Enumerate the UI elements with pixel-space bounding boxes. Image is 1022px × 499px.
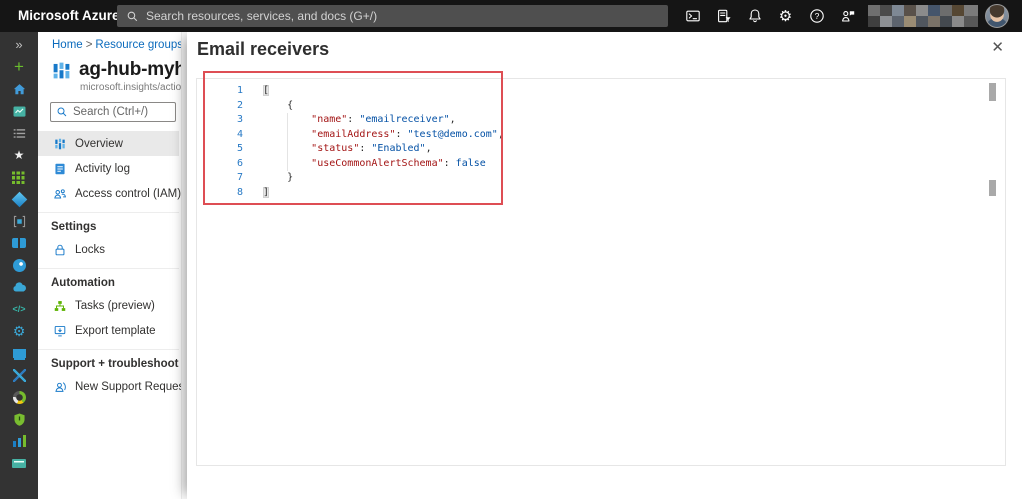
cost-bars-icon[interactable] <box>0 430 38 452</box>
all-resources-grid-icon[interactable] <box>0 166 38 188</box>
resource-header: ag-hub-myh <box>51 59 187 81</box>
global-search-placeholder: Search resources, services, and docs (G+… <box>146 9 378 23</box>
nav-item-new-support-request[interactable]: New Support Request <box>38 374 188 399</box>
nav-item-export-template[interactable]: Export template <box>38 318 179 343</box>
nav-item-label: Locks <box>75 243 106 256</box>
export-template-icon <box>53 324 67 338</box>
resource-nav-panel: Home>Resource groups> ag-hub-myh microso… <box>38 32 188 499</box>
advisor-donut-icon[interactable] <box>0 386 38 408</box>
crossed-tools-icon[interactable] <box>0 364 38 386</box>
notifications-icon[interactable] <box>746 8 763 25</box>
cube-brackets-icon[interactable] <box>0 210 38 232</box>
settings-icon[interactable]: ⚙ <box>777 8 794 25</box>
close-icon[interactable]: ✕ <box>991 40 1004 56</box>
locks-icon <box>53 243 67 257</box>
panel-title: Email receivers <box>197 39 330 59</box>
nav-section-header-automation: Automation <box>38 268 179 293</box>
cloud-icon[interactable] <box>0 276 38 298</box>
code-icon[interactable]: </> <box>0 298 38 320</box>
topbar-icon-group: ⚙? <box>684 0 856 32</box>
cog-icon[interactable]: ⚙ <box>0 320 38 342</box>
user-avatar[interactable] <box>985 4 1009 28</box>
diamond-icon[interactable] <box>0 188 38 210</box>
nav-section-header-settings: Settings <box>38 212 179 237</box>
svg-text:?: ? <box>814 11 819 21</box>
left-rail: » + ★ </> ⚙ <box>0 32 38 499</box>
nav-item-label: Overview <box>75 137 123 150</box>
breadcrumb-home[interactable]: Home <box>52 39 83 51</box>
nav-item-label: Tasks (preview) <box>75 299 155 312</box>
gauge-icon[interactable] <box>0 254 38 276</box>
top-bar: Microsoft Azure Search resources, servic… <box>0 0 1022 32</box>
cloud-shell-icon[interactable] <box>684 8 701 25</box>
action-group-icon <box>51 60 72 81</box>
nav-search-placeholder: Search (Ctrl+/) <box>73 106 149 118</box>
nav-item-activity-log[interactable]: Activity log <box>38 156 179 181</box>
editor-overview-marker <box>989 180 996 196</box>
azure-brand[interactable]: Microsoft Azure <box>18 0 120 32</box>
all-services-icon[interactable] <box>0 122 38 144</box>
help-icon[interactable]: ? <box>808 8 825 25</box>
create-resource-icon[interactable]: + <box>0 56 38 78</box>
virtual-machine-icon[interactable] <box>0 342 38 364</box>
dashboard-icon[interactable] <box>0 100 38 122</box>
global-search-input[interactable]: Search resources, services, and docs (G+… <box>117 5 668 27</box>
annotation-highlight-box <box>203 71 503 205</box>
breadcrumb-separator: > <box>85 39 93 51</box>
nav-section-header-support-troubleshooting: Support + troubleshooting <box>38 349 179 374</box>
editor-scrollbar-thumb[interactable] <box>989 83 996 101</box>
iam-icon <box>53 187 67 201</box>
nav-item-tasks-preview[interactable]: Tasks (preview) <box>38 293 179 318</box>
search-icon <box>56 106 68 118</box>
redacted-user-info <box>868 5 978 27</box>
resource-title: ag-hub-myh <box>79 59 186 80</box>
nav-item-label: Access control (IAM) <box>75 187 182 200</box>
feedback-icon[interactable] <box>839 8 856 25</box>
panel-icon[interactable] <box>0 452 38 474</box>
expand-sidebar-icon[interactable]: » <box>0 34 38 56</box>
nav-item-locks[interactable]: Locks <box>38 237 179 262</box>
home-icon[interactable] <box>0 78 38 100</box>
favorites-star-icon[interactable]: ★ <box>0 144 38 166</box>
breadcrumb-resource-groups[interactable]: Resource groups <box>95 39 183 51</box>
nav-item-access-control-iam[interactable]: Access control (IAM) <box>38 181 182 206</box>
email-receivers-panel: Email receivers ✕ 1[2 {3 "name": "emailr… <box>187 32 1022 499</box>
overview-icon <box>53 137 67 151</box>
activity-log-icon <box>53 162 67 176</box>
nav-menu: Overview Activity log Access control (IAM)… <box>38 131 188 399</box>
security-shield-icon[interactable] <box>0 408 38 430</box>
breadcrumb: Home>Resource groups> <box>52 39 184 51</box>
resource-type: microsoft.insights/actiong <box>80 82 182 93</box>
databases-icon[interactable] <box>0 232 38 254</box>
nav-item-label: New Support Request <box>75 380 188 393</box>
nav-search-input[interactable]: Search (Ctrl+/) <box>50 102 176 122</box>
directory-filter-icon[interactable] <box>715 8 732 25</box>
search-icon <box>126 10 139 23</box>
nav-item-label: Activity log <box>75 162 130 175</box>
support-icon <box>53 380 67 394</box>
nav-item-label: Export template <box>75 324 156 337</box>
nav-item-overview[interactable]: Overview <box>38 131 179 156</box>
tasks-icon <box>53 299 67 313</box>
